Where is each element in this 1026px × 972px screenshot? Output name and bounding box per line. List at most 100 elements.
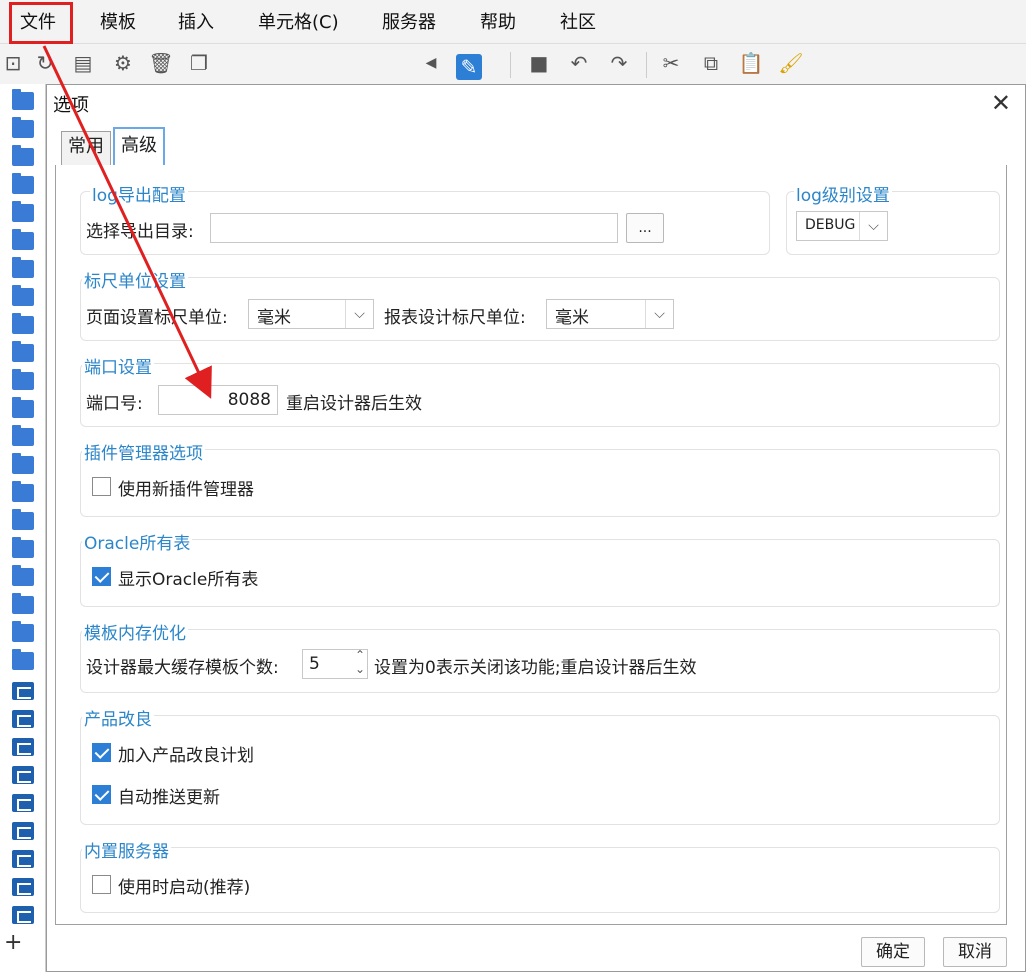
tab-general[interactable]: 常用 bbox=[61, 131, 111, 165]
spinner-arrows-icon[interactable]: ⌃ ⌄ bbox=[355, 648, 365, 676]
template-file-icon[interactable] bbox=[12, 850, 34, 868]
toolbar: ⊡ ↻ ▤ ⚙ 🗑 ❐ ◀ ✎ ■ ↶ ↷ ✂ ⧉ 📋 🖌 bbox=[0, 44, 1026, 84]
export-dir-input[interactable] bbox=[210, 213, 618, 243]
port-input[interactable]: 8088 bbox=[158, 385, 278, 415]
show-oracle-tables-checkbox[interactable] bbox=[92, 567, 111, 586]
new-plugin-manager-label: 使用新插件管理器 bbox=[118, 480, 254, 500]
menu-template[interactable]: 模板 bbox=[100, 10, 136, 36]
port-note: 重启设计器后生效 bbox=[286, 394, 422, 414]
collapse-left-icon[interactable]: ◀ bbox=[418, 50, 444, 76]
redo-icon[interactable]: ↷ bbox=[606, 50, 632, 76]
cancel-button[interactable]: 取消 bbox=[943, 937, 1007, 967]
copy-window-icon[interactable]: ❐ bbox=[186, 50, 212, 76]
template-file-icon[interactable] bbox=[12, 766, 34, 784]
new-plugin-manager-checkbox[interactable] bbox=[92, 477, 111, 496]
paste-icon[interactable]: 📋 bbox=[738, 50, 764, 76]
folder-icon[interactable] bbox=[12, 565, 34, 586]
improve-group bbox=[80, 715, 1000, 825]
undo-icon[interactable]: ↶ bbox=[566, 50, 592, 76]
tab-advanced[interactable]: 高级 bbox=[113, 127, 165, 165]
file-tree-sidebar: + bbox=[0, 84, 46, 972]
menu-help[interactable]: 帮助 bbox=[480, 10, 516, 36]
folder-icon[interactable] bbox=[12, 229, 34, 250]
template-file-icon[interactable] bbox=[12, 906, 34, 924]
edit-template-icon[interactable]: ✎ bbox=[456, 54, 482, 80]
cache-title: 模板内存优化 bbox=[82, 619, 188, 644]
start-on-use-label: 使用时启动(推荐) bbox=[118, 878, 251, 898]
folder-icon[interactable] bbox=[12, 453, 34, 474]
plugin-title: 插件管理器选项 bbox=[82, 439, 205, 464]
format-brush-icon[interactable]: 🖌 bbox=[778, 50, 804, 76]
dialog-title: 选项 bbox=[53, 95, 89, 116]
settings-icon[interactable]: ⚙ bbox=[110, 50, 136, 76]
folder-icon[interactable] bbox=[12, 397, 34, 418]
folder-icon[interactable] bbox=[12, 425, 34, 446]
menu-cell[interactable]: 单元格(C) bbox=[258, 10, 339, 36]
folder-icon[interactable] bbox=[12, 173, 34, 194]
port-title: 端口设置 bbox=[82, 353, 154, 378]
folder-icon[interactable] bbox=[12, 313, 34, 334]
folder-icon[interactable] bbox=[12, 509, 34, 530]
delete-icon[interactable]: 🗑 bbox=[148, 50, 174, 76]
cache-count-spinner[interactable]: 5 ⌃ ⌄ bbox=[302, 648, 368, 679]
folder-icon[interactable] bbox=[12, 369, 34, 390]
template-file-icon[interactable] bbox=[12, 878, 34, 896]
advanced-panel: log导出配置 选择导出目录: ... log级别设置 DEBUG ⌵ 标尺单位… bbox=[55, 165, 1007, 925]
folder-icon[interactable] bbox=[12, 593, 34, 614]
properties-icon[interactable]: ▤ bbox=[70, 50, 96, 76]
join-improve-plan-checkbox[interactable] bbox=[92, 743, 111, 762]
show-oracle-tables-label: 显示Oracle所有表 bbox=[118, 570, 259, 590]
port-label: 端口号: bbox=[86, 394, 143, 414]
report-ruler-select[interactable]: 毫米 ⌵ bbox=[546, 299, 674, 329]
page-ruler-value: 毫米 bbox=[257, 308, 291, 328]
start-on-use-checkbox[interactable] bbox=[92, 875, 111, 894]
folder-icon[interactable] bbox=[12, 341, 34, 362]
menu-community[interactable]: 社区 bbox=[560, 10, 596, 36]
folder-icon[interactable] bbox=[12, 481, 34, 502]
auto-push-update-label: 自动推送更新 bbox=[118, 788, 220, 808]
refresh-icon[interactable]: ↻ bbox=[32, 50, 58, 76]
browse-button[interactable]: ... bbox=[626, 213, 664, 243]
folder-icon[interactable] bbox=[12, 117, 34, 138]
folder-icon[interactable] bbox=[12, 145, 34, 166]
folder-icon[interactable] bbox=[12, 649, 34, 670]
report-ruler-label: 报表设计标尺单位: bbox=[384, 308, 526, 328]
page-ruler-select[interactable]: 毫米 ⌵ bbox=[248, 299, 374, 329]
ok-button[interactable]: 确定 bbox=[861, 937, 925, 967]
new-folder-icon[interactable]: ⊡ bbox=[0, 50, 26, 76]
improve-title: 产品改良 bbox=[82, 705, 154, 730]
folder-icon[interactable] bbox=[12, 89, 34, 110]
cut-icon[interactable]: ✂ bbox=[658, 50, 684, 76]
template-file-icon[interactable] bbox=[12, 822, 34, 840]
menu-server[interactable]: 服务器 bbox=[382, 10, 436, 36]
toolbar-separator bbox=[510, 52, 511, 78]
template-file-icon[interactable] bbox=[12, 682, 34, 700]
menu-insert[interactable]: 插入 bbox=[178, 10, 214, 36]
log-level-value: DEBUG bbox=[805, 217, 856, 233]
close-icon[interactable]: ✕ bbox=[991, 91, 1011, 115]
cache-count-value: 5 bbox=[309, 654, 320, 674]
add-icon[interactable]: + bbox=[4, 930, 22, 955]
auto-push-update-checkbox[interactable] bbox=[92, 785, 111, 804]
chevron-down-icon: ⌵ bbox=[645, 300, 673, 328]
folder-icon[interactable] bbox=[12, 537, 34, 558]
menubar: 文件 模板 插入 单元格(C) 服务器 帮助 社区 bbox=[0, 0, 1026, 44]
copy-icon[interactable]: ⧉ bbox=[698, 50, 724, 76]
cache-count-label: 设计器最大缓存模板个数: bbox=[86, 658, 279, 678]
folder-icon[interactable] bbox=[12, 201, 34, 222]
toolbar-separator bbox=[646, 52, 647, 78]
join-improve-plan-label: 加入产品改良计划 bbox=[118, 746, 254, 766]
export-dir-label: 选择导出目录: bbox=[86, 222, 194, 242]
template-file-icon[interactable] bbox=[12, 738, 34, 756]
log-level-select[interactable]: DEBUG ⌵ bbox=[796, 211, 888, 241]
folder-icon[interactable] bbox=[12, 621, 34, 642]
folder-icon[interactable] bbox=[12, 285, 34, 306]
folder-icon[interactable] bbox=[12, 257, 34, 278]
template-file-icon[interactable] bbox=[12, 710, 34, 728]
save-icon[interactable]: ■ bbox=[526, 50, 552, 76]
chevron-down-icon: ⌵ bbox=[345, 300, 373, 328]
ruler-title: 标尺单位设置 bbox=[82, 267, 188, 292]
page-ruler-label: 页面设置标尺单位: bbox=[86, 308, 228, 328]
template-file-icon[interactable] bbox=[12, 794, 34, 812]
log-level-title: log级别设置 bbox=[794, 181, 892, 206]
